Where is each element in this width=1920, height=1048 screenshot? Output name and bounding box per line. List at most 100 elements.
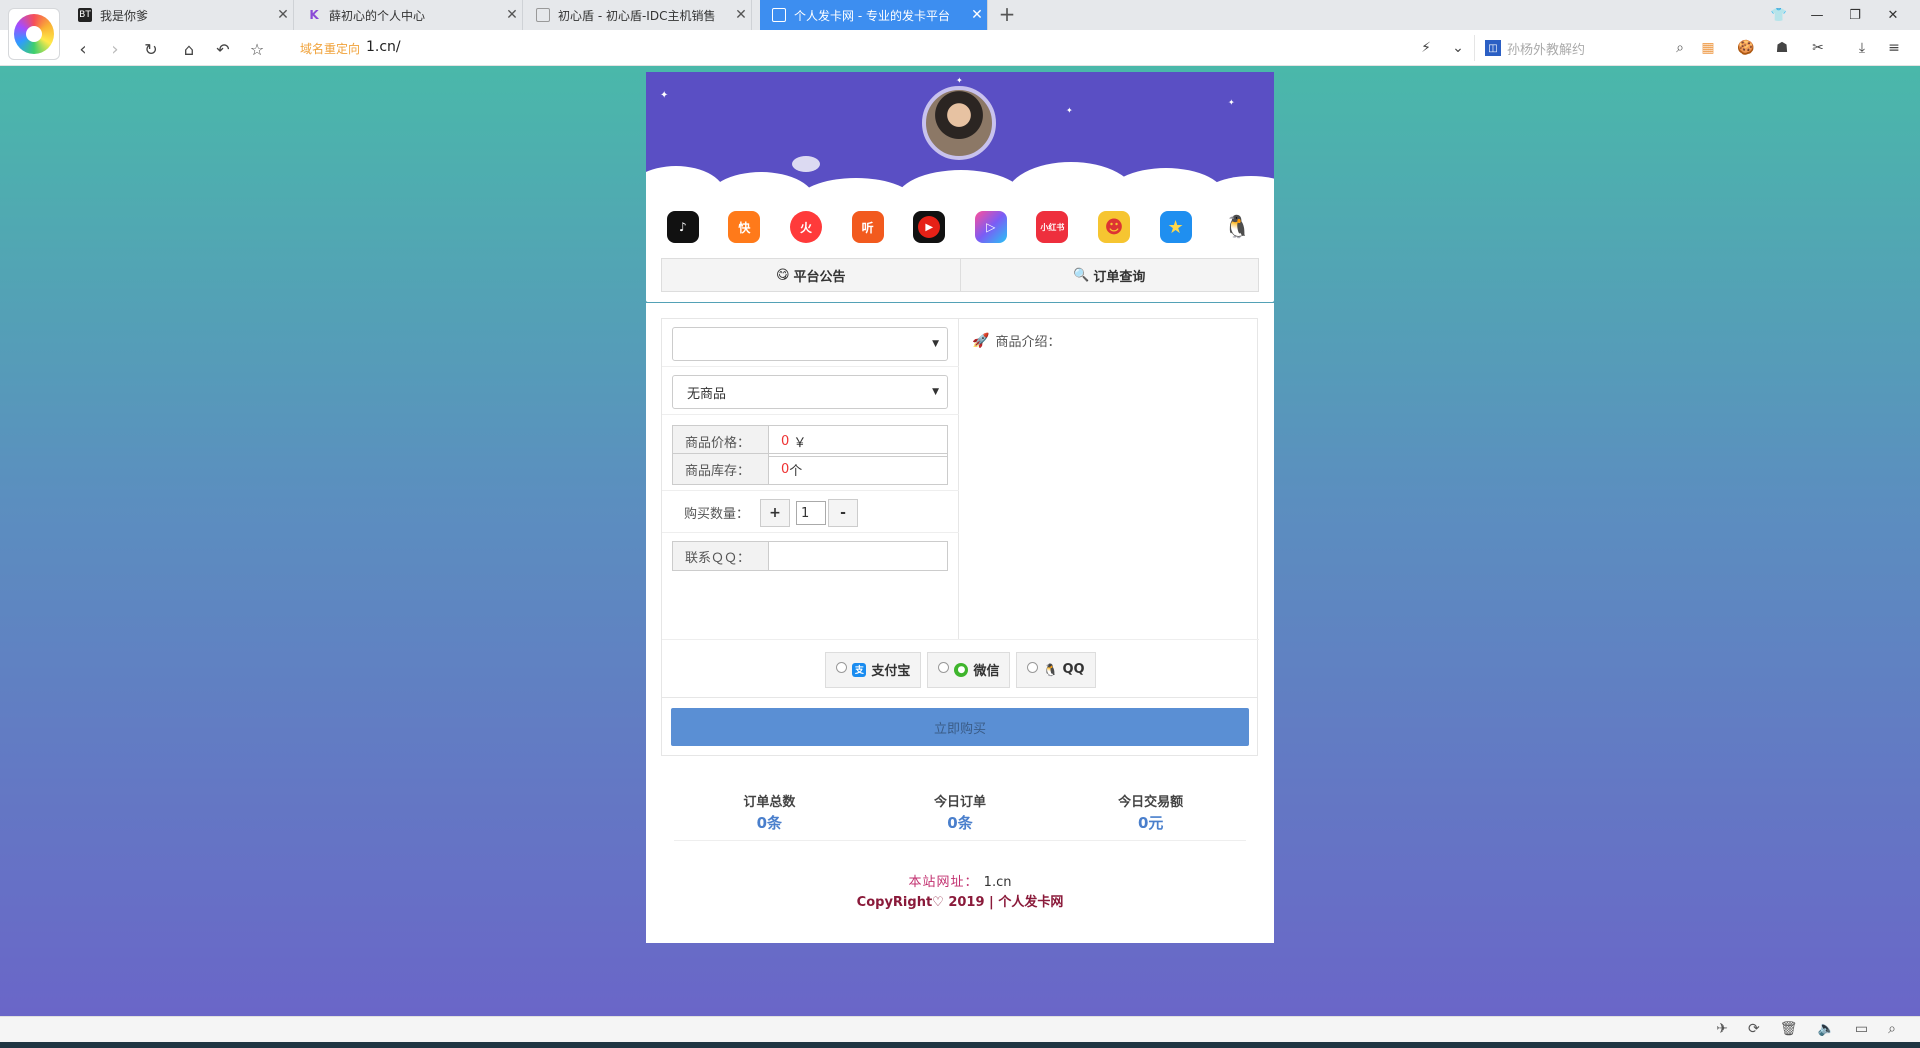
star-icon: ✦	[1228, 98, 1235, 107]
stat-label: 订单总数	[743, 795, 796, 810]
buy-now-button[interactable]: 立即购买	[671, 708, 1249, 746]
mask-icon[interactable]: ☗	[1770, 36, 1794, 60]
product-select[interactable]: 无商品 ▼	[672, 375, 948, 409]
logo-swirl-icon	[14, 14, 54, 54]
close-tab-icon[interactable]: ✕	[273, 7, 293, 23]
alipay-radio[interactable]	[836, 662, 848, 673]
notice-button[interactable]: 😋 平台公告	[661, 258, 961, 292]
product-intro: 🚀 商品介绍：	[972, 331, 1061, 351]
contact-row: 联系ＱＱ：	[662, 533, 959, 581]
face-app-icon[interactable]: ☻	[1097, 211, 1130, 243]
stat-value: 0元	[1137, 814, 1164, 832]
star-app-icon[interactable]: ★	[1159, 211, 1192, 243]
qq-icon[interactable]: 🐧	[1221, 211, 1254, 243]
search-engine-icon[interactable]: ◫	[1485, 40, 1501, 56]
payment-row: 支 支付宝 ● 微信 🐧 QQ	[662, 639, 1259, 699]
pay-qq-option[interactable]: 🐧 QQ	[1016, 651, 1096, 688]
browser-tab-2[interactable]: K 薛初心的个人中心 ✕	[295, 0, 523, 30]
avatar	[922, 86, 996, 160]
apps-grid-icon[interactable]: ▦	[1696, 36, 1720, 60]
search-icon[interactable]: ⌕	[1676, 40, 1684, 56]
price-value-field: 0 ￥	[769, 426, 947, 456]
star-icon: ✦	[1066, 106, 1073, 115]
minimize-button[interactable]: —	[1798, 0, 1836, 30]
xiaohongshu-icon[interactable]: 小红书	[1036, 211, 1069, 243]
night-sky-banner: ✦ ✦ ✦ ✦	[646, 72, 1274, 197]
stock-unit: 个	[789, 463, 803, 479]
close-window-button[interactable]: ✕	[1874, 0, 1912, 30]
sound-icon[interactable]: 🔈	[1817, 1021, 1834, 1037]
listen-app-icon[interactable]: 听	[851, 211, 884, 243]
browser-logo[interactable]	[8, 8, 60, 60]
address-bar: ‹ › ↻ ⌂ ↶ ☆ 域名重定向 1.cn/ ⚡ ⌄ ◫ 孙杨外教解约 ⌕ ▦…	[0, 30, 1920, 66]
price-unit: ￥	[793, 435, 807, 451]
zoom-icon[interactable]: ⌕	[1888, 1021, 1896, 1037]
stock-value: 0	[781, 461, 790, 477]
browser-tab-1[interactable]: BT 我是你爹 ✕	[66, 0, 294, 30]
forward-icon[interactable]: ›	[102, 36, 128, 62]
window-icon[interactable]: ▭	[1855, 1021, 1868, 1037]
quantity-label: 购买数量：	[684, 507, 750, 522]
scissors-icon[interactable]: ✂	[1806, 36, 1830, 60]
star-icon: ✦	[956, 76, 963, 85]
product-value: 无商品	[687, 386, 727, 402]
bookmark-star-icon[interactable]: ☆	[244, 36, 270, 62]
wechat-radio[interactable]	[938, 662, 950, 673]
stats-row: 订单总数 0条 今日订单 0条 今日交易额 0元	[674, 791, 1246, 841]
pay-wechat-option[interactable]: ● 微信	[927, 651, 1011, 688]
intro-label: 商品介绍：	[995, 335, 1061, 350]
chevron-down-icon[interactable]: ⌄	[1446, 36, 1470, 60]
close-tab-icon[interactable]: ✕	[967, 7, 987, 23]
dropdown-arrow-icon: ▼	[932, 339, 939, 349]
quantity-plus-button[interactable]: +	[760, 499, 790, 527]
rocket-icon[interactable]: ✈	[1716, 1021, 1728, 1037]
close-tab-icon[interactable]: ✕	[502, 7, 522, 23]
douyin-icon[interactable]: ♪	[666, 211, 699, 243]
form-right-column: 🚀 商品介绍：	[960, 319, 1258, 639]
download-icon[interactable]: ⤓	[1850, 36, 1874, 60]
site-domain[interactable]: 1.cn	[984, 875, 1012, 890]
huoshan-icon[interactable]: 火	[789, 211, 822, 243]
search-box[interactable]: ◫ 孙杨外教解约 ⌕	[1474, 35, 1684, 61]
menu-icon[interactable]: ≡	[1882, 36, 1906, 60]
reload-icon[interactable]: ↻	[138, 36, 164, 62]
weishi-icon[interactable]: ▷	[974, 211, 1007, 243]
quantity-input[interactable]: 1	[796, 501, 826, 525]
skin-icon[interactable]: 👕	[1760, 0, 1798, 30]
os-taskbar	[0, 1042, 1920, 1048]
quantity-minus-button[interactable]: -	[828, 499, 858, 527]
order-card: ▼ 无商品 ▼ 商品价格： 0 ￥ 商品库存： 0个 购买数量： + 1 - 联…	[646, 303, 1274, 943]
order-query-label: 订单查询	[1093, 269, 1146, 285]
play-glyph: ▶	[918, 216, 941, 238]
site-label: 本站网址：	[908, 875, 979, 890]
kuaishou-icon[interactable]: 快	[728, 211, 761, 243]
lightning-icon[interactable]: ⚡	[1414, 36, 1438, 60]
stat-label: 今日交易额	[1118, 795, 1184, 810]
doc-icon	[772, 8, 786, 22]
wechat-label: 微信	[973, 664, 1000, 679]
browser-tab-3[interactable]: 初心盾 - 初心盾-IDC主机销售 ✕	[524, 0, 752, 30]
order-query-button[interactable]: 🔍 订单查询	[960, 258, 1259, 292]
url-input[interactable]: 1.cn/	[366, 39, 401, 55]
notice-label: 平台公告	[793, 269, 846, 285]
qq-radio[interactable]	[1027, 662, 1039, 673]
trash-icon[interactable]: 🗑	[1780, 1021, 1798, 1037]
accelerate-icon[interactable]: ⟳	[1748, 1021, 1760, 1037]
undo-close-icon[interactable]: ↶	[210, 36, 236, 62]
back-icon[interactable]: ‹	[70, 36, 96, 62]
search-input[interactable]: 孙杨外教解约	[1507, 39, 1676, 58]
youtube-icon[interactable]: ▶	[913, 211, 946, 243]
home-icon[interactable]: ⌂	[176, 36, 202, 62]
redirect-label: 域名重定向	[300, 42, 361, 56]
close-tab-icon[interactable]: ✕	[731, 7, 751, 23]
pay-alipay-option[interactable]: 支 支付宝	[825, 651, 922, 688]
moon-icon	[792, 156, 820, 172]
browser-tab-active[interactable]: 个人发卡网 - 专业的发卡平台 ✕	[760, 0, 988, 30]
new-tab-button[interactable]: +	[996, 4, 1018, 26]
cookie-icon[interactable]: 🍪	[1734, 36, 1758, 60]
category-select[interactable]: ▼	[672, 327, 948, 361]
restore-button[interactable]: ❐	[1836, 0, 1874, 30]
qq-input[interactable]	[769, 542, 947, 570]
price-stock-row: 商品价格： 0 ￥ 商品库存： 0个	[662, 415, 959, 491]
search-icon: 🔍	[1073, 267, 1090, 283]
